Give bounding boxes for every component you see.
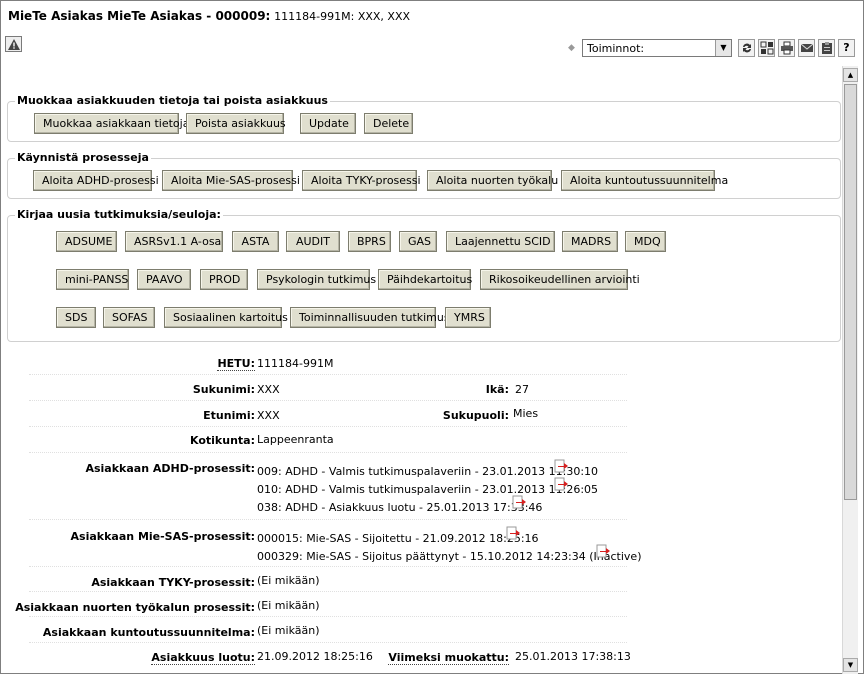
row-kotikunta: Kotikunta: Lappeenranta (29, 427, 627, 453)
study-madrs-button[interactable]: MADRS (562, 231, 618, 252)
ika-value: 27 (515, 383, 529, 396)
study-mdq-button[interactable]: MDQ (625, 231, 666, 252)
tyky-value: (Ei mikään) (257, 574, 320, 587)
created-label: Asiakkuus luotu: (151, 651, 255, 665)
study-minipanss-button[interactable]: mini-PANSS (56, 269, 129, 290)
title-sub: 111184-991M: XXX, XXX (274, 10, 411, 23)
etunimi-label: Etunimi: (203, 409, 255, 422)
open-arrow-icon[interactable] (506, 526, 520, 540)
start-process-group: Käynnistä prosesseja Aloita ADHD-prosess… (7, 151, 841, 199)
adhd-label: Asiakkaan ADHD-prosessit: (85, 462, 255, 475)
scroll-down-icon[interactable]: ▼ (843, 658, 858, 672)
vertical-scrollbar[interactable]: ▲ ▼ (842, 66, 858, 674)
row-etunimi: Etunimi: XXX Sukupuoli: Mies (29, 401, 627, 427)
nuorten-label: Asiakkaan nuorten työkalun prosessit: (15, 601, 255, 614)
row-nuorten: Asiakkaan nuorten työkalun prosessit: (E… (15, 592, 627, 617)
content-area: Muokkaa asiakkuuden tietoja tai poista a… (1, 64, 841, 673)
study-substance-button[interactable]: Päihdekartoitus (378, 269, 472, 290)
created-value: 21.09.2012 18:25:16 (257, 650, 373, 663)
study-paavo-button[interactable]: PAAVO (137, 269, 191, 290)
delete-customership-button[interactable]: Poista asiakkuus (186, 113, 286, 134)
kuntoutus-label: Asiakkaan kuntoutussuunnitelma: (42, 626, 255, 639)
miesas-label: Asiakkaan Mie-SAS-prosessit: (70, 530, 255, 543)
new-studies-group: Kirjaa uusia tutkimuksia/seuloja: ADSUME… (7, 208, 841, 342)
warning-icon[interactable] (5, 36, 22, 52)
actions-select[interactable]: Toiminnot: ▼ (582, 39, 732, 57)
layout-icon[interactable] (758, 39, 775, 57)
scroll-up-icon[interactable]: ▲ (843, 68, 858, 82)
etunimi-value: XXX (257, 409, 280, 422)
hetu-value: 111184-991M (257, 357, 334, 370)
study-sds-button[interactable]: SDS (56, 307, 96, 328)
study-audit-button[interactable]: AUDIT (286, 231, 340, 252)
row-adhd: Asiakkaan ADHD-prosessit: 009: ADHD - Va… (29, 453, 627, 520)
new-studies-legend: Kirjaa uusia tutkimuksia/seuloja: (15, 208, 223, 221)
study-bprs-button[interactable]: BPRS (348, 231, 391, 252)
study-psychologist-button[interactable]: Psykologin tutkimus (257, 269, 376, 290)
study-asta-button[interactable]: ASTA (232, 231, 279, 252)
kotikunta-value: Lappeenranta (257, 433, 334, 446)
start-tyky-button[interactable]: Aloita TYKY-prosessi (302, 170, 421, 191)
study-social-button[interactable]: Sosiaalinen kartoitus (164, 307, 288, 328)
customer-info-panel: HETU: 111184-991M Sukunimi: XXX Ikä: 27 … (9, 349, 642, 673)
modified-label: Viimeksi muokattu: (388, 651, 509, 665)
tyky-label: Asiakkaan TYKY-prosessit: (91, 576, 255, 589)
edit-customer-button[interactable]: Muokkaa asiakkaan tietoja (34, 113, 189, 134)
customer-actions-legend: Muokkaa asiakkuuden tietoja tai poista a… (15, 94, 330, 107)
chevron-down-icon[interactable]: ▼ (715, 40, 731, 56)
delete-button[interactable]: Delete (364, 113, 413, 134)
update-button[interactable]: Update (300, 113, 356, 134)
ika-label: Ikä: (485, 383, 509, 396)
clipboard-icon[interactable] (818, 39, 835, 57)
start-youth-tool-button[interactable]: Aloita nuorten työkalu (427, 170, 558, 191)
study-adsume-button[interactable]: ADSUME (56, 231, 117, 252)
sukunimi-value: XXX (257, 383, 280, 396)
open-arrow-icon[interactable] (596, 544, 610, 558)
sukupuoli-value: Mies (513, 407, 539, 420)
study-forensic-button[interactable]: Rikosoikeudellinen arviointi (480, 269, 640, 290)
customer-actions-group: Muokkaa asiakkuuden tietoja tai poista a… (7, 94, 841, 142)
actions-select-value: Toiminnot: (587, 42, 645, 55)
refresh-icon[interactable] (738, 39, 755, 57)
open-arrow-icon[interactable] (512, 495, 526, 509)
study-gas-button[interactable]: GAS (399, 231, 437, 252)
row-sukunimi: Sukunimi: XXX Ikä: 27 (29, 375, 627, 401)
row-miesas: Asiakkaan Mie-SAS-prosessit: 000015: Mie… (29, 520, 642, 567)
start-process-legend: Käynnistä prosesseja (15, 151, 151, 164)
start-adhd-button[interactable]: Aloita ADHD-prosessi (33, 170, 159, 191)
row-kuntoutus: Asiakkaan kuntoutussuunnitelma: (Ei mikä… (29, 617, 627, 643)
diamond-icon: ◆ (568, 43, 575, 53)
modified-value: 25.01.2013 17:38:13 (515, 650, 631, 663)
open-arrow-icon[interactable] (554, 477, 568, 491)
adhd-process-2[interactable]: 010: ADHD - Valmis tutkimuspalaveriin - … (257, 483, 598, 496)
start-rehab-plan-button[interactable]: Aloita kuntoutussuunnitelma (561, 170, 728, 191)
miesas-process-2[interactable]: 000329: Mie-SAS - Sijoitus päättynyt - 1… (257, 550, 642, 563)
miesas-process-1[interactable]: 000015: Mie-SAS - Sijoitettu - 21.09.201… (257, 532, 539, 545)
page-title: MieTe Asiakas MieTe Asiakas - 000009: 11… (8, 9, 410, 23)
study-scid-button[interactable]: Laajennettu SCID (446, 231, 555, 252)
study-prod-button[interactable]: PROD (200, 269, 248, 290)
study-ymrs-button[interactable]: YMRS (445, 307, 491, 328)
nuorten-value: (Ei mikään) (257, 599, 320, 612)
mail-icon[interactable] (798, 39, 815, 57)
row-tyky: Asiakkaan TYKY-prosessit: (Ei mikään) (29, 567, 627, 592)
sukupuoli-label: Sukupuoli: (442, 409, 509, 422)
start-miesas-button[interactable]: Aloita Mie-SAS-prosessi (162, 170, 300, 191)
help-icon[interactable]: ? (838, 39, 855, 57)
row-hetu: HETU: 111184-991M (29, 349, 627, 375)
open-arrow-icon[interactable] (554, 459, 568, 473)
row-dates: Asiakkuus luotu: 21.09.2012 18:25:16 Vii… (29, 643, 631, 669)
kuntoutus-value: (Ei mikään) (257, 624, 320, 637)
sukunimi-label: Sukunimi: (192, 383, 255, 396)
study-sofas-button[interactable]: SOFAS (103, 307, 155, 328)
print-icon[interactable] (778, 39, 795, 57)
adhd-process-1[interactable]: 009: ADHD - Valmis tutkimuspalaveriin - … (257, 465, 598, 478)
hetu-label: HETU: (217, 357, 255, 371)
adhd-process-3[interactable]: 038: ADHD - Asiakkuus luotu - 25.01.2013… (257, 501, 542, 514)
title-main: MieTe Asiakas MieTe Asiakas - 000009: (8, 9, 271, 23)
study-asrs-button[interactable]: ASRSv1.1 A-osa (125, 231, 223, 252)
study-functional-button[interactable]: Toiminnallisuuden tutkimus (290, 307, 450, 328)
scrollbar-thumb[interactable] (844, 84, 857, 500)
kotikunta-label: Kotikunta: (190, 434, 255, 447)
